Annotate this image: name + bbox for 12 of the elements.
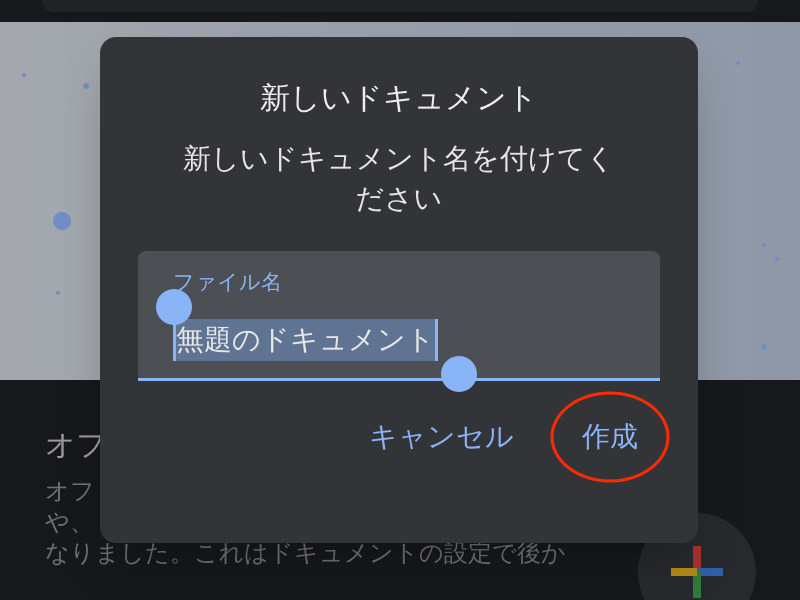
dialog-title: 新しいドキュメント	[260, 80, 538, 118]
body-text: オフ	[45, 476, 95, 507]
body-text: や、	[45, 507, 94, 538]
body-text: なりました。これはドキュメントの設定で後か	[45, 538, 566, 569]
dialog-button[interactable]: キャンセル	[357, 411, 526, 463]
field-label: ファイル名	[173, 269, 283, 296]
field-value: 無題のドキュメント	[173, 319, 438, 361]
filename-field[interactable]: ファイル名 無題のドキュメント	[138, 251, 660, 381]
dialog-message: 新しいドキュメント名を付けてください	[182, 141, 616, 217]
selection-handle-icon	[441, 356, 477, 392]
plus-icon	[671, 546, 723, 598]
selection-handle-icon	[156, 289, 192, 325]
